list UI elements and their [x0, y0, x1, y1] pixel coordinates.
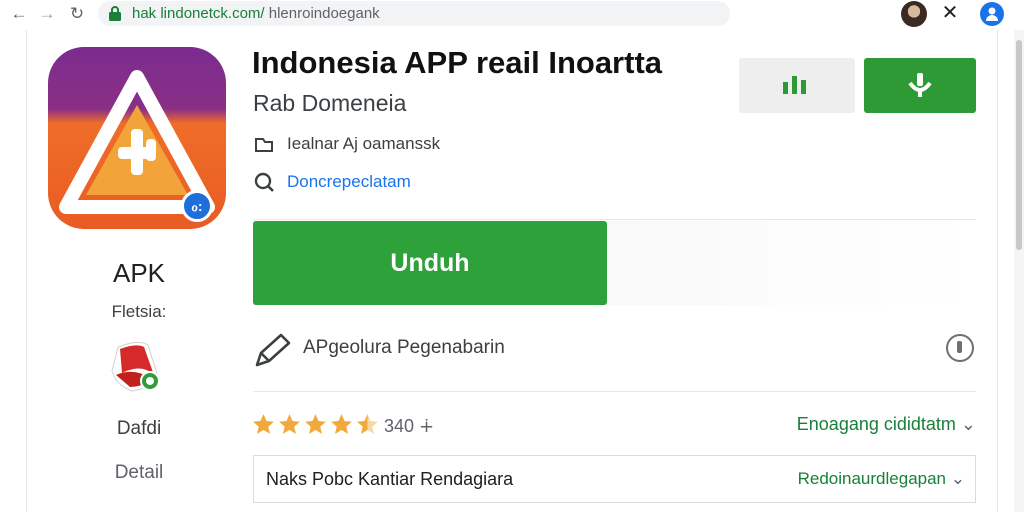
url-path: hlenroindoegank: [264, 5, 380, 22]
shield-logo-icon: [111, 341, 160, 392]
share-button[interactable]: [739, 58, 855, 113]
meta-row-2[interactable]: Doncrepeclatam: [253, 170, 411, 194]
rating-link-label: Enoagang cididtatm: [796, 414, 956, 434]
forward-arrow-icon[interactable]: →: [36, 3, 58, 25]
star-icon: [279, 414, 300, 434]
star-icon: [331, 414, 352, 434]
close-icon[interactable]: ✕: [939, 2, 961, 24]
rating-count: 340 ∔: [384, 416, 435, 436]
person-icon: [986, 7, 998, 21]
details-dropdown[interactable]: Redoinaurdlegapan ⌄: [798, 469, 965, 489]
scrollbar[interactable]: [1014, 30, 1024, 512]
sidebar-link-detail[interactable]: Detail: [84, 462, 194, 484]
meta-text-1: Iealnar Aj oamanssk: [287, 134, 441, 153]
info-icon[interactable]: [946, 334, 974, 362]
app-developer[interactable]: Rab Domeneia: [253, 90, 406, 117]
browser-toolbar: ← → ↻ hak lindonetck.com/ hlenroindoegan…: [0, 0, 1024, 30]
chevron-down-icon: ⌄: [950, 469, 965, 488]
sidebar-link-dafdi[interactable]: Dafdi: [84, 418, 194, 440]
details-row[interactable]: Naks Pobc Kantiar Rendagiara Redoinaurdl…: [253, 455, 976, 503]
rating-row: 340 ∔ Enoagang cididtatm ⌄: [251, 412, 976, 440]
download-button[interactable]: Unduh: [253, 221, 607, 305]
download-icon: [908, 73, 932, 97]
star-icon: [253, 414, 274, 434]
permissions-label: APgeolura Pegenabarin: [303, 337, 505, 358]
permissions-row[interactable]: APgeolura Pegenabarin: [253, 331, 976, 367]
sidebar-title: APK: [112, 258, 166, 288]
meta-link-2[interactable]: Doncrepeclatam: [287, 172, 411, 192]
details-link-label: Redoinaurdlegapan: [797, 469, 947, 488]
back-arrow-icon[interactable]: ←: [8, 3, 30, 25]
meta-row-1: Iealnar Aj oamanssk: [253, 132, 440, 156]
install-button[interactable]: [864, 58, 976, 113]
chevron-down-icon: ⌄: [960, 414, 976, 434]
rating-stars: [251, 412, 381, 437]
sidebar-subtitle: Fletsia:: [111, 302, 167, 321]
profile-icon[interactable]: [980, 2, 1004, 26]
url-host: hak lindonetck.com/: [132, 5, 265, 22]
app-badge-icon: ℴ:: [181, 190, 213, 222]
search-icon: [254, 172, 274, 192]
star-icon: [305, 414, 326, 434]
scrollbar-thumb[interactable]: [1016, 40, 1022, 250]
app-title: Indonesia APP reail Inoartta: [252, 45, 663, 80]
address-bar[interactable]: hak lindonetck.com/ hlenroindoegank: [98, 1, 730, 26]
reload-icon[interactable]: ↻: [66, 3, 88, 25]
divider-top: [253, 219, 976, 220]
details-label: Naks Pobc Kantiar Rendagiara: [266, 469, 514, 489]
user-avatar[interactable]: [901, 1, 927, 27]
url-text: hak lindonetck.com/ hlenroindoegank: [132, 5, 380, 22]
bars-icon: [783, 76, 806, 94]
folder-icon: [255, 138, 273, 152]
pen-icon: [255, 333, 291, 367]
star-icon: [357, 414, 378, 434]
rating-dropdown[interactable]: Enoagang cididtatm ⌄: [797, 414, 976, 435]
lock-icon: [109, 6, 121, 21]
divider-mid: [253, 391, 976, 392]
